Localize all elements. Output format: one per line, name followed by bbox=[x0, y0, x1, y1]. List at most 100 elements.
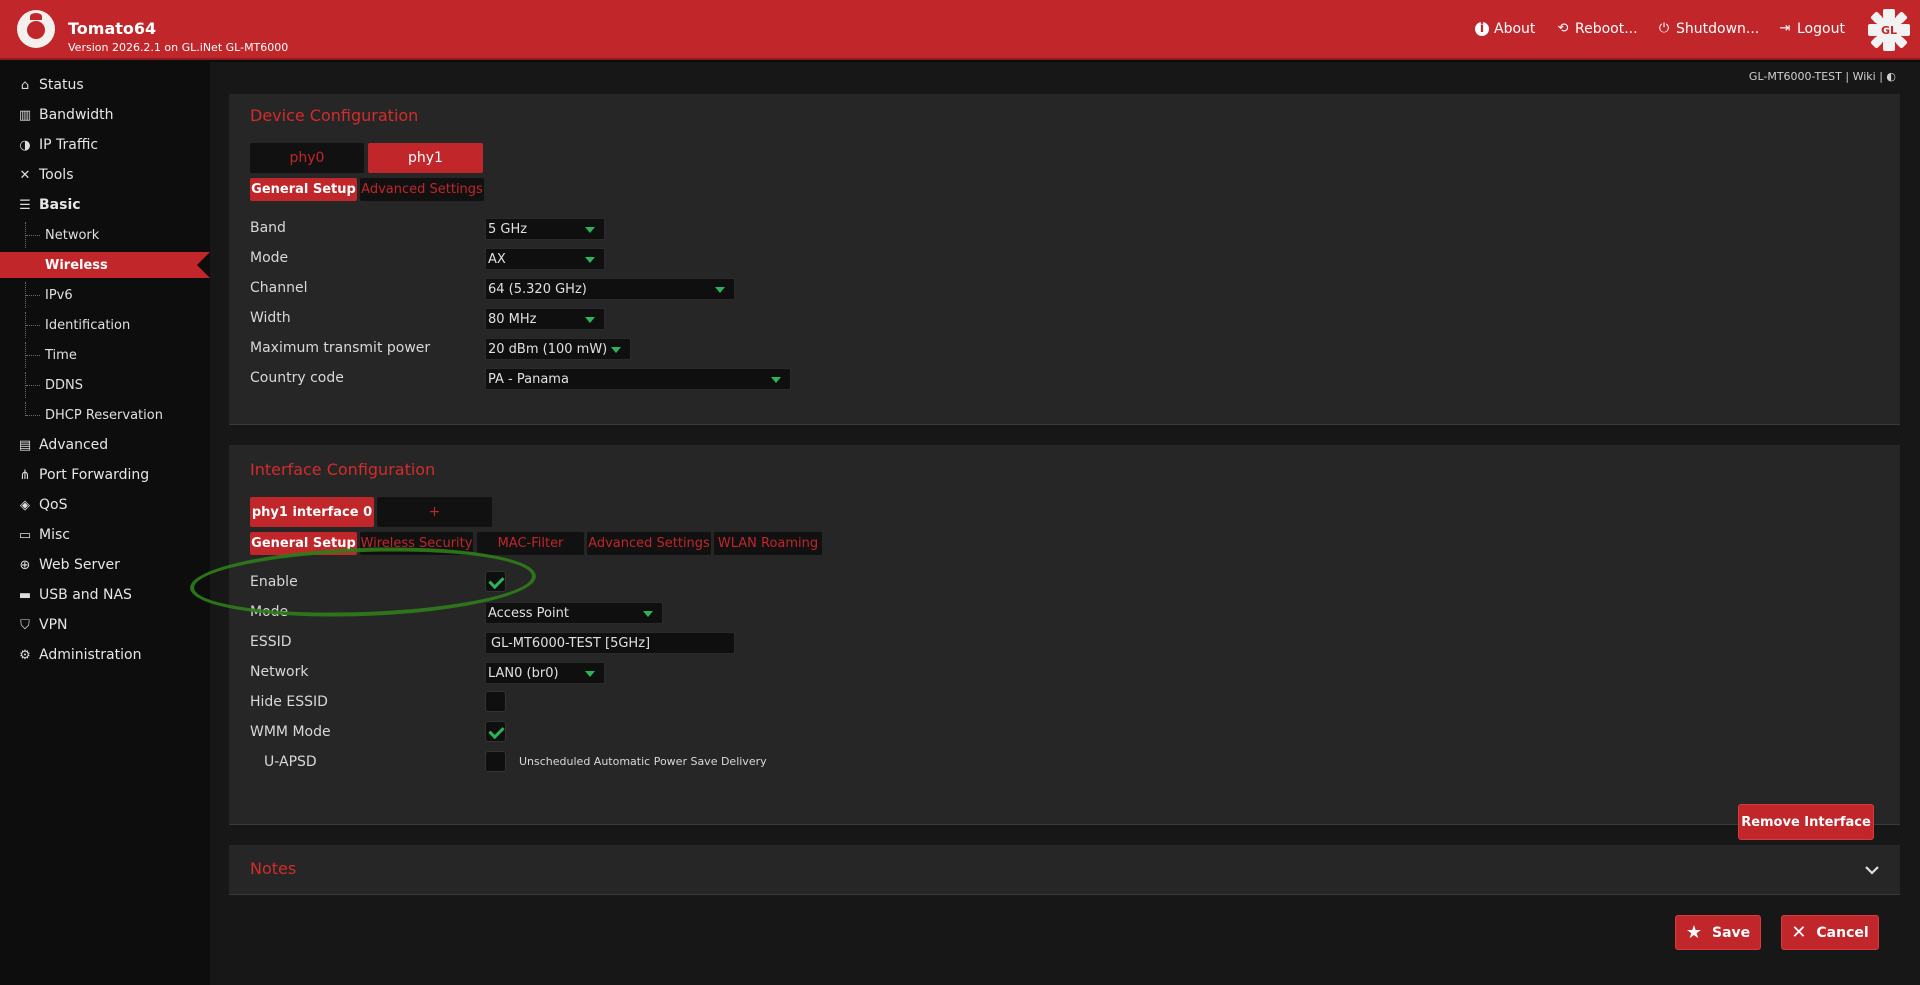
channel-value: 64 (5.320 GHz) bbox=[488, 281, 587, 297]
sidebar-subitem-ddns[interactable]: DDNS bbox=[0, 372, 210, 398]
sidebar-item-label: Misc bbox=[39, 527, 70, 543]
close-icon: ✕ bbox=[1791, 922, 1807, 943]
wmm-checkbox[interactable] bbox=[485, 721, 506, 742]
tx-power-value: 20 dBm (100 mW) bbox=[488, 341, 608, 357]
sidebar-subitem-wireless[interactable]: Wireless bbox=[0, 252, 210, 278]
network-icon: ⋔ bbox=[19, 467, 31, 483]
logout-icon: ⇥ bbox=[1779, 21, 1791, 36]
tab-phy1[interactable]: phy1 bbox=[368, 143, 483, 173]
sidebar-subitem-ipv6[interactable]: IPv6 bbox=[0, 282, 210, 308]
sidebar-subitem-time[interactable]: Time bbox=[0, 342, 210, 368]
sidebar-item-web-server[interactable]: ⊕ Web Server bbox=[0, 552, 210, 578]
hostname-links[interactable]: GL-MT6000-TEST | Wiki | ◐ bbox=[1749, 70, 1896, 83]
chevron-down-icon[interactable] bbox=[1864, 864, 1880, 876]
section-title: Device Configuration bbox=[250, 106, 419, 125]
save-label: Save bbox=[1711, 924, 1751, 941]
sidebar-item-tools[interactable]: ✕ Tools bbox=[0, 162, 210, 188]
refresh-icon: ⟲ bbox=[1557, 21, 1569, 36]
chevron-down-icon bbox=[585, 317, 595, 323]
sidebar-item-label: VPN bbox=[39, 617, 68, 633]
country-select[interactable]: PA - Panama bbox=[485, 368, 791, 390]
sidebar-subitem-dhcp-reservation[interactable]: DHCP Reservation bbox=[0, 402, 210, 428]
gl-inet-logo-icon: GL bbox=[1868, 9, 1910, 51]
sidebar-item-bandwidth[interactable]: ▥ Bandwidth bbox=[0, 102, 210, 128]
chevron-down-icon bbox=[585, 227, 595, 233]
about-label: About bbox=[1494, 21, 1536, 37]
shutdown-label: Shutdown... bbox=[1676, 21, 1760, 37]
tree-branch bbox=[26, 235, 40, 236]
tree-branch bbox=[26, 355, 40, 356]
cancel-button[interactable]: ✕ Cancel bbox=[1781, 915, 1879, 950]
tab-advanced-settings[interactable]: Advanced Settings bbox=[360, 178, 484, 201]
sidebar-item-qos[interactable]: ◈ QoS bbox=[0, 492, 210, 518]
notes-panel[interactable]: Notes bbox=[229, 845, 1900, 895]
logout-link[interactable]: ⇥ Logout bbox=[1778, 21, 1845, 37]
uapsd-checkbox[interactable] bbox=[485, 751, 506, 772]
tab-wlan-roaming[interactable]: WLAN Roaming bbox=[714, 532, 822, 555]
globe-icon: ⊕ bbox=[19, 557, 31, 573]
app-version: Version 2026.2.1 on GL.iNet GL-MT6000 bbox=[68, 41, 289, 54]
sidebar-subitem-label: DHCP Reservation bbox=[45, 407, 163, 423]
channel-label: Channel bbox=[250, 280, 308, 296]
sidebar-item-usb-nas[interactable]: ▬ USB and NAS bbox=[0, 582, 210, 608]
chevron-down-icon bbox=[585, 257, 595, 263]
sidebar-item-port-forwarding[interactable]: ⋔ Port Forwarding bbox=[0, 462, 210, 488]
sidebar-item-status[interactable]: ⌂ Status bbox=[0, 72, 210, 98]
tab-general-setup[interactable]: General Setup bbox=[250, 178, 357, 201]
sidebar-subitem-label: Time bbox=[45, 347, 77, 363]
width-select[interactable]: 80 MHz bbox=[485, 308, 605, 330]
tree-branch bbox=[26, 295, 40, 296]
tab-phy0[interactable]: phy0 bbox=[250, 143, 364, 173]
hide-essid-label: Hide ESSID bbox=[250, 694, 328, 710]
pie-chart-icon: ◑ bbox=[19, 137, 31, 153]
chevron-down-icon bbox=[643, 611, 653, 617]
channel-select[interactable]: 64 (5.320 GHz) bbox=[485, 278, 735, 300]
chevron-down-icon bbox=[771, 377, 781, 383]
chevron-down-icon bbox=[585, 671, 595, 677]
tab-mac-filter[interactable]: MAC-Filter bbox=[477, 532, 584, 555]
tab-advanced-settings[interactable]: Advanced Settings bbox=[587, 532, 711, 555]
sidebar-subitem-network[interactable]: Network bbox=[0, 222, 210, 248]
folder-icon: ▬ bbox=[18, 587, 32, 603]
network-label: Network bbox=[250, 664, 309, 680]
essid-input[interactable]: GL-MT6000-TEST [5GHz] bbox=[485, 632, 735, 654]
band-select[interactable]: 5 GHz bbox=[485, 218, 605, 240]
reboot-label: Reboot... bbox=[1575, 21, 1638, 37]
sidebar: ⌂ Status ▥ Bandwidth ◑ IP Traffic ✕ Tool… bbox=[0, 62, 210, 985]
sidebar-item-ip-traffic[interactable]: ◑ IP Traffic bbox=[0, 132, 210, 158]
add-interface-tab[interactable]: + bbox=[377, 497, 492, 527]
about-link[interactable]: i About bbox=[1475, 21, 1535, 37]
logout-label: Logout bbox=[1797, 21, 1845, 37]
reboot-link[interactable]: ⟲ Reboot... bbox=[1556, 21, 1638, 37]
tomato-logo-icon bbox=[17, 10, 55, 48]
uapsd-description: Unscheduled Automatic Power Save Deliver… bbox=[519, 755, 767, 768]
sidebar-item-label: Basic bbox=[39, 197, 81, 213]
chevron-down-icon bbox=[715, 287, 725, 293]
sidebar-item-advanced[interactable]: ▤ Advanced bbox=[0, 432, 210, 458]
essid-label: ESSID bbox=[250, 634, 292, 650]
sidebar-item-basic[interactable]: ☰ Basic bbox=[0, 192, 210, 218]
sidebar-item-label: Port Forwarding bbox=[39, 467, 150, 483]
network-select[interactable]: LAN0 (br0) bbox=[485, 662, 605, 684]
tree-branch bbox=[26, 325, 40, 326]
hide-essid-checkbox[interactable] bbox=[485, 691, 506, 712]
notes-title: Notes bbox=[250, 859, 297, 878]
tab-phy1-interface-0[interactable]: phy1 interface 0 bbox=[250, 497, 374, 527]
country-label: Country code bbox=[250, 370, 344, 386]
band-value: 5 GHz bbox=[488, 221, 528, 237]
sidebar-item-misc[interactable]: ▭ Misc bbox=[0, 522, 210, 548]
remove-interface-button[interactable]: Remove Interface bbox=[1738, 804, 1874, 840]
shutdown-link[interactable]: ⏻ Shutdown... bbox=[1657, 21, 1759, 37]
sidebar-subitem-identification[interactable]: Identification bbox=[0, 312, 210, 338]
sidebar-item-vpn[interactable]: ⛉ VPN bbox=[0, 612, 210, 638]
sidebar-item-administration[interactable]: ⚙ Administration bbox=[0, 642, 210, 668]
network-value: LAN0 (br0) bbox=[488, 665, 559, 681]
save-button[interactable]: ★ Save bbox=[1675, 915, 1761, 950]
chevron-down-icon bbox=[611, 347, 621, 353]
mode-select[interactable]: AX bbox=[485, 248, 605, 270]
mode-label: Mode bbox=[250, 250, 289, 266]
iface-mode-select[interactable]: Access Point bbox=[485, 602, 663, 624]
sidebar-subitem-label: Identification bbox=[45, 317, 131, 333]
sidebar-item-label: Advanced bbox=[39, 437, 109, 453]
tx-power-select[interactable]: 20 dBm (100 mW) bbox=[485, 338, 631, 360]
